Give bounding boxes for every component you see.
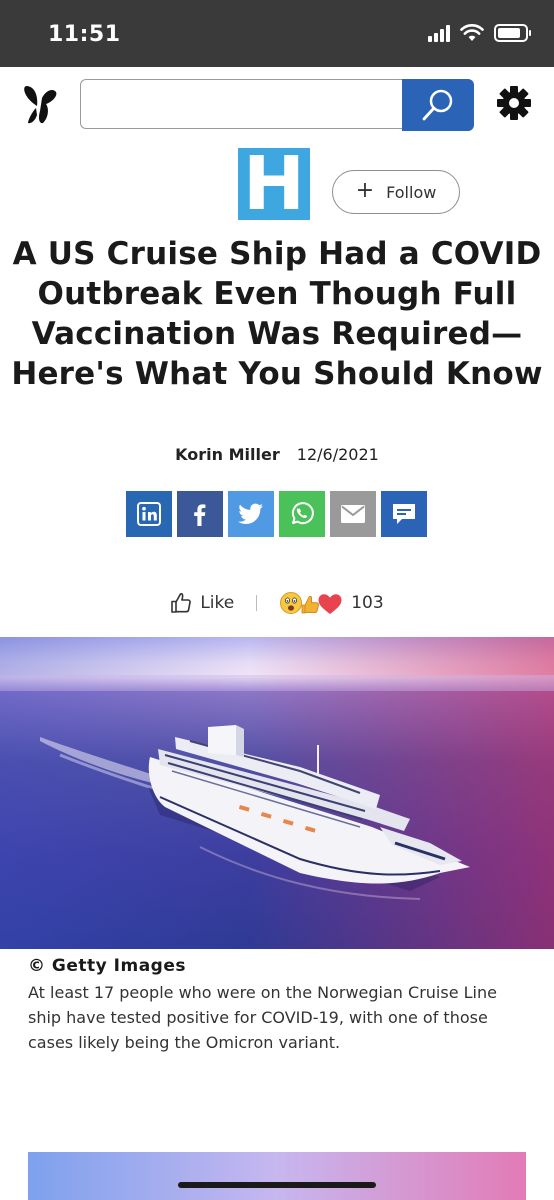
share-whatsapp-button[interactable] xyxy=(279,491,325,537)
publish-date: 12/6/2021 xyxy=(296,445,379,464)
home-indicator[interactable] xyxy=(178,1182,376,1188)
reaction-count: 103 xyxy=(351,593,384,613)
whatsapp-icon xyxy=(291,502,314,525)
cellular-signal-icon xyxy=(428,24,450,42)
share-buttons xyxy=(126,491,427,537)
author-name[interactable]: Korin Miller xyxy=(175,445,280,464)
share-linkedin-button[interactable] xyxy=(126,491,172,537)
linkedin-icon xyxy=(137,502,161,526)
settings-gear-icon[interactable] xyxy=(496,85,532,121)
image-credit: © Getty Images xyxy=(28,956,186,976)
twitter-icon xyxy=(238,503,263,524)
next-article-image[interactable] xyxy=(28,1152,526,1200)
cruise-ship-image xyxy=(0,675,554,900)
butterfly-logo-icon[interactable] xyxy=(22,84,58,126)
like-label: Like xyxy=(200,593,235,613)
comment-icon xyxy=(393,504,415,524)
follow-button[interactable]: + Follow xyxy=(332,170,460,214)
share-comment-button[interactable] xyxy=(381,491,427,537)
reaction-divider xyxy=(256,595,258,611)
publisher-logo-letter: H xyxy=(243,141,305,227)
search-button[interactable] xyxy=(402,79,474,131)
facebook-icon xyxy=(194,504,206,526)
share-twitter-button[interactable] xyxy=(228,491,274,537)
share-email-button[interactable] xyxy=(330,491,376,537)
battery-icon xyxy=(494,24,531,42)
status-time: 11:51 xyxy=(48,22,121,47)
follow-label: Follow xyxy=(386,182,437,202)
reaction-summary[interactable]: 103 xyxy=(279,590,384,616)
byline: Korin Miller 12/6/2021 xyxy=(0,445,554,464)
reactions-bar: Like 103 xyxy=(0,590,554,616)
reaction-emojis-icon xyxy=(280,592,342,614)
status-icons xyxy=(428,24,531,42)
image-caption: © Getty Images At least 17 people who we… xyxy=(28,956,528,1055)
email-icon xyxy=(341,505,365,523)
like-button[interactable]: Like xyxy=(170,592,234,614)
wifi-icon xyxy=(460,24,484,41)
search-input[interactable] xyxy=(80,79,402,129)
app-top-bar xyxy=(0,67,554,147)
share-facebook-button[interactable] xyxy=(177,491,223,537)
search-icon xyxy=(422,89,453,121)
thumbs-up-outline-icon xyxy=(171,592,192,613)
article-hero-image[interactable] xyxy=(0,637,554,949)
article-title: A US Cruise Ship Had a COVID Outbreak Ev… xyxy=(11,236,543,392)
status-bar: 11:51 xyxy=(0,0,554,67)
plus-icon: + xyxy=(355,178,375,203)
publisher-logo[interactable]: H xyxy=(238,141,310,227)
caption-text: At least 17 people who were on the Norwe… xyxy=(28,983,497,1052)
